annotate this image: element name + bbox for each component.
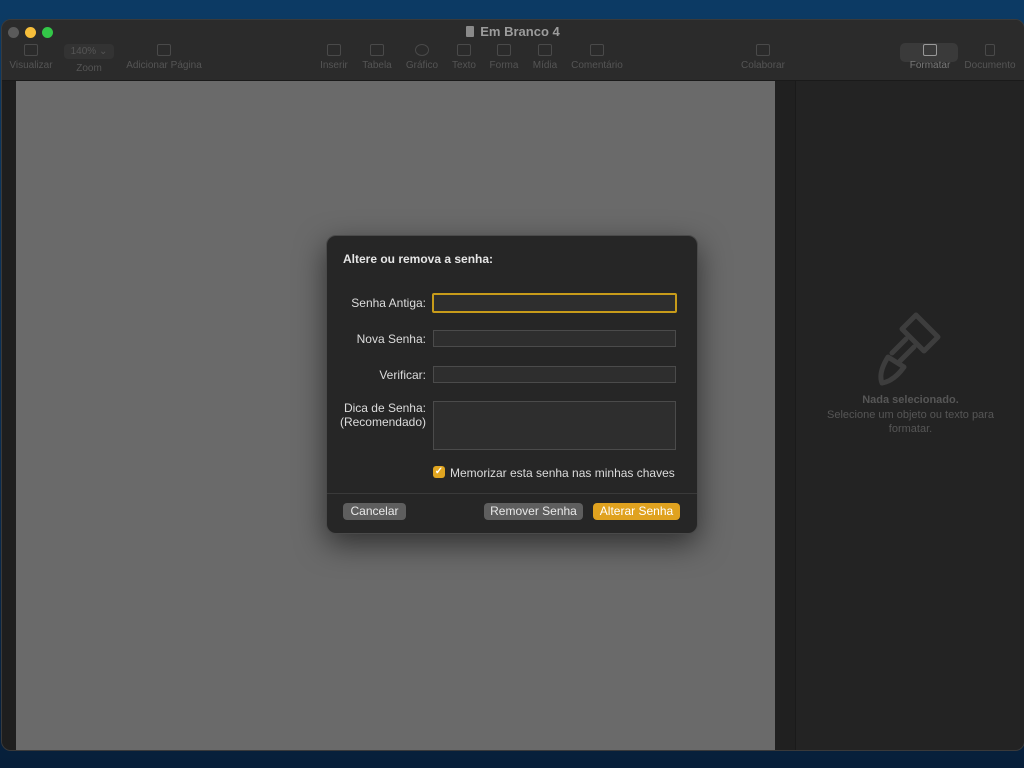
- toolbar-midia-label: Mídia: [532, 60, 558, 71]
- toolbar-inserir-label: Inserir: [320, 60, 348, 71]
- toolbar-colaborar[interactable]: Colaborar: [738, 44, 788, 71]
- toolbar-zoom-label: Zoom: [76, 63, 102, 74]
- new-password-field[interactable]: [433, 330, 676, 347]
- password-hint-field[interactable]: [433, 401, 676, 450]
- toolbar-colaborar-label: Colaborar: [741, 60, 785, 71]
- change-password-dialog: Altere ou remova a senha: Senha Antiga: …: [326, 235, 698, 534]
- toolbar-adicionar-pagina-label: Adicionar Página: [126, 60, 202, 71]
- add-page-icon: [157, 44, 171, 56]
- toolbar-zoom[interactable]: 140% ⌄ Zoom: [62, 44, 116, 74]
- text-box-icon: [457, 44, 471, 56]
- old-password-field[interactable]: [432, 293, 677, 313]
- cancel-button[interactable]: Cancelar: [343, 503, 406, 520]
- old-password-label: Senha Antiga:: [351, 296, 426, 310]
- dialog-title: Altere ou remova a senha:: [343, 252, 494, 266]
- password-hint-label: Dica de Senha:: [343, 401, 426, 415]
- toolbar-forma[interactable]: Forma: [487, 44, 521, 71]
- toolbar-tabela-label: Tabela: [362, 60, 392, 71]
- password-hint-recommended-label: (Recomendado): [339, 415, 426, 429]
- zoom-select[interactable]: 140% ⌄: [64, 44, 114, 59]
- remember-in-keychain-label[interactable]: Memorizar esta senha nas minhas chaves: [450, 466, 675, 480]
- toolbar-comentario-label: Comentário: [571, 60, 623, 71]
- paintbrush-icon: [878, 312, 941, 386]
- shape-icon: [497, 44, 511, 56]
- sidebar-icon: [24, 44, 38, 56]
- canvas-gutter: [775, 81, 795, 750]
- media-icon: [538, 44, 552, 56]
- checkmark-icon: ✓: [434, 466, 444, 477]
- toolbar-documento-label: Documento: [964, 60, 1016, 71]
- toolbar-grafico[interactable]: Gráfico: [403, 44, 441, 71]
- remove-password-button[interactable]: Remover Senha: [484, 503, 583, 520]
- toolbar-texto-label: Texto: [452, 60, 476, 71]
- new-password-label: Nova Senha:: [356, 332, 426, 346]
- toolbar-visualizar-label: Visualizar: [9, 60, 53, 71]
- left-margin: [2, 81, 16, 750]
- toolbar-inserir[interactable]: Inserir: [316, 44, 352, 71]
- remember-in-keychain-checkbox[interactable]: ✓: [433, 466, 445, 478]
- toolbar-formatar[interactable]: Formatar: [906, 44, 954, 71]
- change-password-button[interactable]: Alterar Senha: [593, 503, 680, 520]
- format-inspector: Nada selecionado. Selecione um objeto ou…: [795, 81, 1024, 750]
- collaborate-icon: [756, 44, 770, 56]
- verify-password-label: Verificar:: [379, 368, 426, 382]
- nothing-selected-subtitle: Selecione um objeto ou texto para format…: [827, 409, 994, 435]
- window-title-text: Em Branco 4: [480, 24, 560, 39]
- table-icon: [370, 44, 384, 56]
- dialog-divider: [327, 493, 697, 494]
- toolbar-visualizar[interactable]: Visualizar: [8, 44, 54, 71]
- comment-icon: [590, 44, 604, 56]
- zoom-value: 140%: [70, 46, 97, 57]
- verify-password-field[interactable]: [433, 366, 676, 383]
- toolbar-documento[interactable]: Documento: [962, 44, 1018, 71]
- toolbar-forma-label: Forma: [489, 60, 519, 71]
- chart-icon: [415, 44, 429, 56]
- toolbar-texto[interactable]: Texto: [449, 44, 479, 71]
- toolbar-adicionar-pagina[interactable]: Adicionar Página: [124, 44, 204, 71]
- toolbar-tabela[interactable]: Tabela: [359, 44, 395, 71]
- document-icon: [466, 26, 475, 37]
- document-icon: [985, 44, 995, 56]
- toolbar-midia[interactable]: Mídia: [529, 44, 561, 71]
- toolbar-formatar-label: Formatar: [909, 60, 951, 71]
- nothing-selected-title: Nada selecionado.: [862, 394, 959, 406]
- toolbar: Em Branco 4 Visualizar 140% ⌄ Zoom Adici…: [2, 20, 1024, 81]
- paintbrush-icon: [923, 44, 937, 56]
- toolbar-grafico-label: Gráfico: [405, 60, 439, 71]
- window-title: Em Branco 4: [2, 24, 1024, 39]
- toolbar-comentario[interactable]: Comentário: [568, 44, 626, 71]
- paragraph-icon: [327, 44, 341, 56]
